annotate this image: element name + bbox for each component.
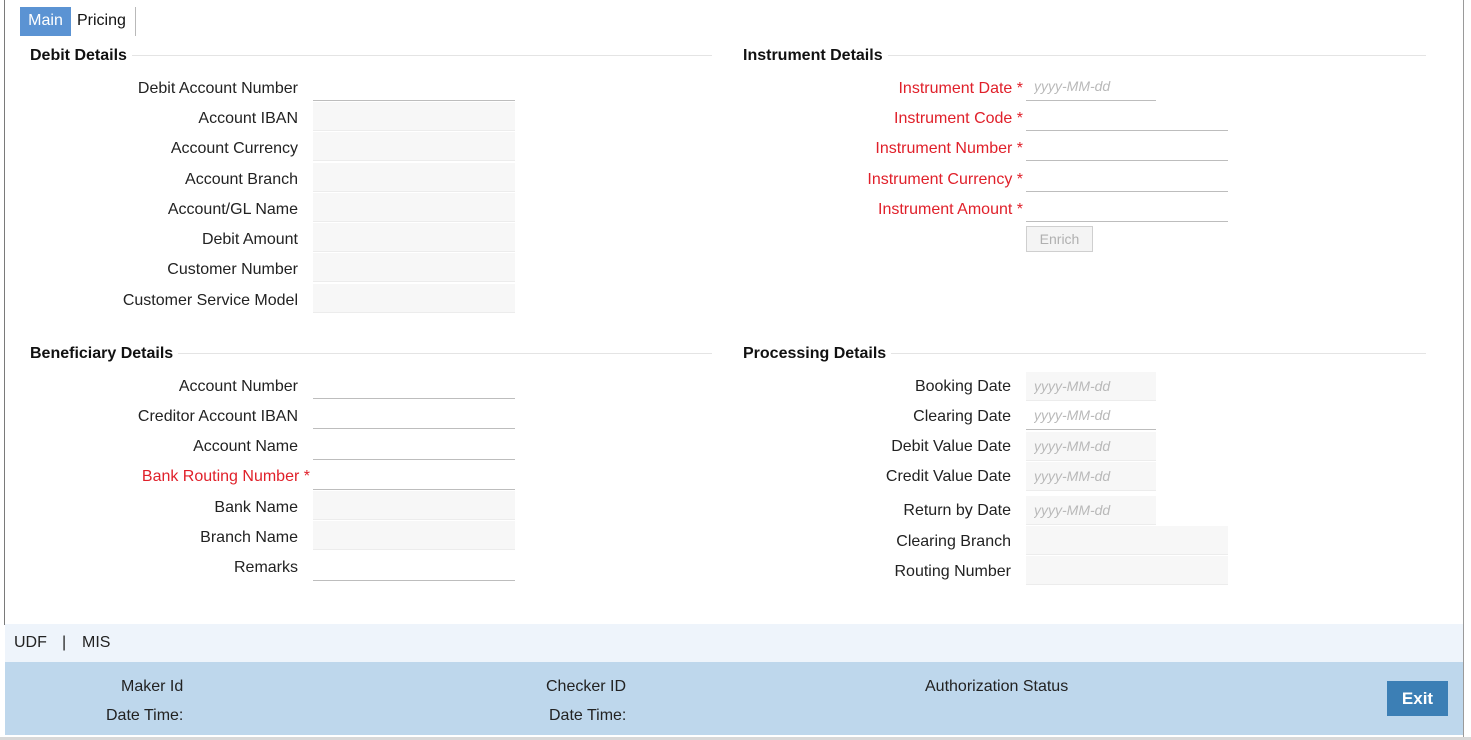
instrument-amount-input[interactable] (1026, 193, 1228, 222)
clearing-branch-field (1026, 526, 1228, 555)
bank-name-label: Bank Name (214, 499, 298, 516)
branch-name-label: Branch Name (200, 529, 298, 546)
section-divider (178, 353, 712, 354)
debit-value-date-field (1026, 432, 1156, 461)
debit-value-date-label: Debit Value Date (891, 438, 1011, 455)
customer-service-model-label: Customer Service Model (122, 292, 298, 309)
account-name-input[interactable] (313, 431, 515, 460)
booking-date-label: Booking Date (914, 378, 1011, 395)
clearing-date-label: Clearing Date (913, 408, 1011, 425)
audit-footer: Maker Id Date Time: Checker ID Date Time… (5, 662, 1463, 735)
instrument-date-label: Instrument Date * (898, 80, 1023, 97)
mis-link[interactable]: MIS (82, 634, 110, 652)
account-iban-label: Account IBAN (198, 110, 298, 127)
tab-main[interactable]: Main (20, 7, 71, 36)
account-branch-field (313, 163, 515, 192)
bank-routing-number-input[interactable] (313, 461, 515, 490)
instrument-date-input[interactable] (1026, 72, 1156, 101)
remarks-input[interactable] (313, 552, 515, 581)
enrich-button[interactable]: Enrich (1026, 226, 1093, 252)
bank-name-field (313, 491, 515, 520)
tab-pricing[interactable]: Pricing (71, 7, 136, 36)
bank-routing-number-label: Bank Routing Number * (141, 468, 310, 485)
account-iban-field (313, 102, 515, 131)
clearing-branch-label: Clearing Branch (896, 533, 1011, 550)
creditor-account-iban-input[interactable] (313, 400, 515, 429)
branch-name-field (313, 521, 515, 550)
debit-details-title: Debit Details (30, 47, 127, 64)
credit-value-date-field (1026, 462, 1156, 491)
clearing-date-input[interactable] (1026, 401, 1156, 430)
section-divider (888, 55, 1426, 56)
account-gl-name-field (313, 193, 515, 222)
routing-number-label: Routing Number (894, 563, 1012, 580)
account-number-input[interactable] (313, 370, 515, 399)
left-border (4, 0, 5, 625)
return-by-date-field (1026, 496, 1156, 525)
account-currency-label: Account Currency (170, 140, 298, 157)
maker-datetime-label: Date Time: (106, 707, 184, 724)
maker-id-label: Maker Id (121, 678, 184, 695)
account-name-label: Account Name (193, 438, 298, 455)
instrument-code-input[interactable] (1026, 102, 1228, 131)
creditor-account-iban-label: Creditor Account IBAN (137, 408, 298, 425)
beneficiary-details-title: Beneficiary Details (30, 345, 174, 362)
instrument-amount-label: Instrument Amount * (878, 201, 1023, 218)
instrument-currency-label: Instrument Currency * (867, 171, 1023, 188)
processing-details-title: Processing Details (743, 345, 887, 362)
remarks-label: Remarks (233, 559, 298, 576)
instrument-currency-input[interactable] (1026, 163, 1228, 192)
checker-id-label: Checker ID (546, 678, 627, 695)
link-separator: | (62, 634, 67, 651)
udf-mis-bar: UDF | MIS (5, 624, 1463, 662)
debit-amount-label: Debit Amount (201, 231, 298, 248)
customer-number-field (313, 253, 515, 282)
debit-amount-field (313, 223, 515, 252)
customer-number-label: Customer Number (167, 261, 298, 278)
debit-account-number-input[interactable] (313, 72, 515, 101)
checker-datetime-label: Date Time: (549, 707, 627, 724)
account-currency-field (313, 132, 515, 161)
instrument-details-title: Instrument Details (743, 47, 883, 64)
booking-date-field (1026, 372, 1156, 401)
account-gl-name-label: Account/GL Name (167, 201, 298, 218)
instrument-number-label: Instrument Number * (875, 140, 1023, 157)
routing-number-field (1026, 556, 1228, 585)
return-by-date-label: Return by Date (903, 502, 1011, 519)
instrument-number-input[interactable] (1026, 132, 1228, 161)
authorization-status-label: Authorization Status (925, 678, 1069, 695)
exit-button[interactable]: Exit (1387, 681, 1448, 716)
debit-account-number-label: Debit Account Number (137, 80, 298, 97)
customer-service-model-field (313, 284, 515, 313)
credit-value-date-label: Credit Value Date (885, 468, 1011, 485)
account-branch-label: Account Branch (185, 171, 298, 188)
right-border (1463, 0, 1464, 740)
tab-bar: Main Pricing (20, 7, 136, 36)
instrument-code-label: Instrument Code * (894, 110, 1023, 127)
section-divider (891, 353, 1426, 354)
udf-link[interactable]: UDF (14, 634, 47, 652)
section-divider (132, 55, 712, 56)
account-number-label: Account Number (178, 378, 298, 395)
